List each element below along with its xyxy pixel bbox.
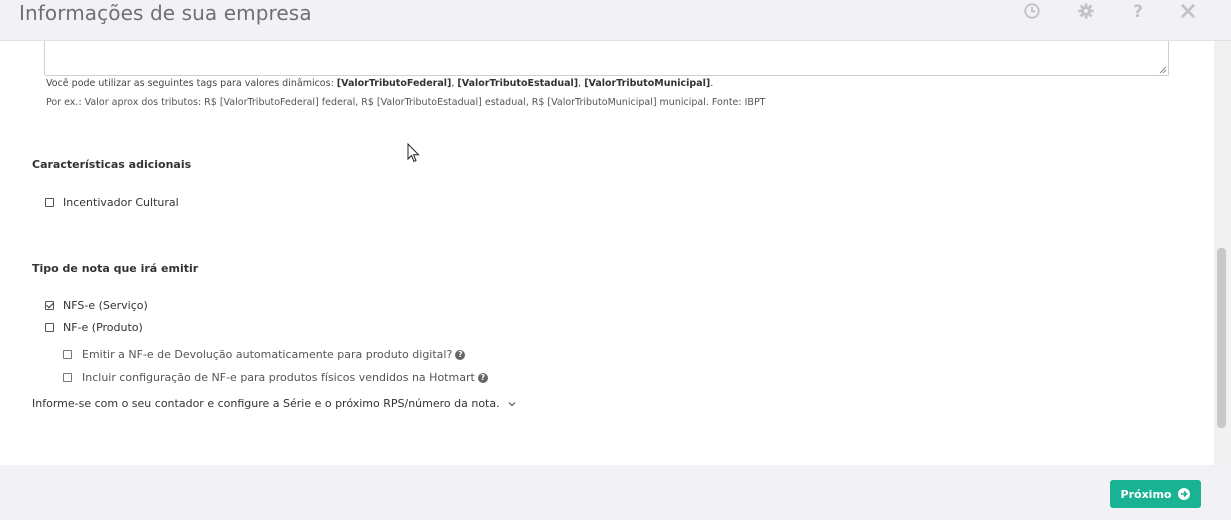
tag-estadual: [ValorTributoEstadual] <box>457 78 579 89</box>
arrow-right-icon <box>1178 488 1191 500</box>
close-icon[interactable] <box>1178 2 1198 22</box>
scrollbar-thumb[interactable] <box>1217 248 1226 428</box>
nfse-checkbox[interactable] <box>45 301 54 310</box>
tags-example-text: Por ex.: Valor aprox dos tributos: R$ [V… <box>46 97 766 108</box>
gear-icon[interactable] <box>1076 2 1096 22</box>
tags-help-text: Você pode utilizar as seguintes tags par… <box>46 78 714 89</box>
mouse-cursor-icon <box>407 143 420 163</box>
nfse-label: NFS-e (Serviço) <box>63 299 148 312</box>
resize-grip-icon[interactable] <box>1159 66 1167 74</box>
form-content: Você pode utilizar as seguintes tags par… <box>0 41 1214 465</box>
invoice-type-section-title: Tipo de nota que irá emitir <box>32 262 199 275</box>
devolucao-option[interactable]: Emitir a NF-e de Devolução automaticamen… <box>63 348 466 361</box>
chevron-down-icon[interactable] <box>508 400 516 408</box>
serie-rps-text: Informe-se com o seu contador e configur… <box>32 397 500 410</box>
incentivador-cultural-label: Incentivador Cultural <box>63 196 179 209</box>
clock-icon[interactable] <box>1022 2 1042 22</box>
produtos-fisicos-checkbox[interactable] <box>63 373 72 382</box>
tag-federal: [ValorTributoFederal] <box>336 78 452 89</box>
produtos-fisicos-option[interactable]: Incluir configuração de NF-e para produt… <box>63 371 488 384</box>
nfe-label: NF-e (Produto) <box>63 321 143 334</box>
serie-rps-toggle[interactable]: Informe-se com o seu contador e configur… <box>32 397 516 410</box>
next-button[interactable]: Próximo <box>1110 480 1201 508</box>
devolucao-label: Emitir a NF-e de Devolução automaticamen… <box>82 348 453 361</box>
nfe-checkbox[interactable] <box>45 323 54 332</box>
incentivador-cultural-option[interactable]: Incentivador Cultural <box>45 196 179 209</box>
question-icon[interactable]: ? <box>455 349 466 360</box>
modal-footer <box>0 465 1231 520</box>
produtos-fisicos-label: Incluir configuração de NF-e para produt… <box>82 371 475 384</box>
nfe-option[interactable]: NF-e (Produto) <box>45 321 143 334</box>
devolucao-checkbox[interactable] <box>63 350 72 359</box>
tag-municipal: [ValorTributoMunicipal] <box>584 78 711 89</box>
page-title: Informações de sua empresa <box>19 1 312 25</box>
modal-header: Informações de sua empresa ? <box>0 0 1231 41</box>
next-button-label: Próximo <box>1120 487 1172 501</box>
additional-section-title: Características adicionais <box>32 158 192 171</box>
incentivador-cultural-checkbox[interactable] <box>45 198 54 207</box>
tax-message-textarea[interactable] <box>44 41 1169 76</box>
nfse-option[interactable]: NFS-e (Serviço) <box>45 299 148 312</box>
help-icon[interactable]: ? <box>1128 2 1148 22</box>
question-icon[interactable]: ? <box>477 372 488 383</box>
